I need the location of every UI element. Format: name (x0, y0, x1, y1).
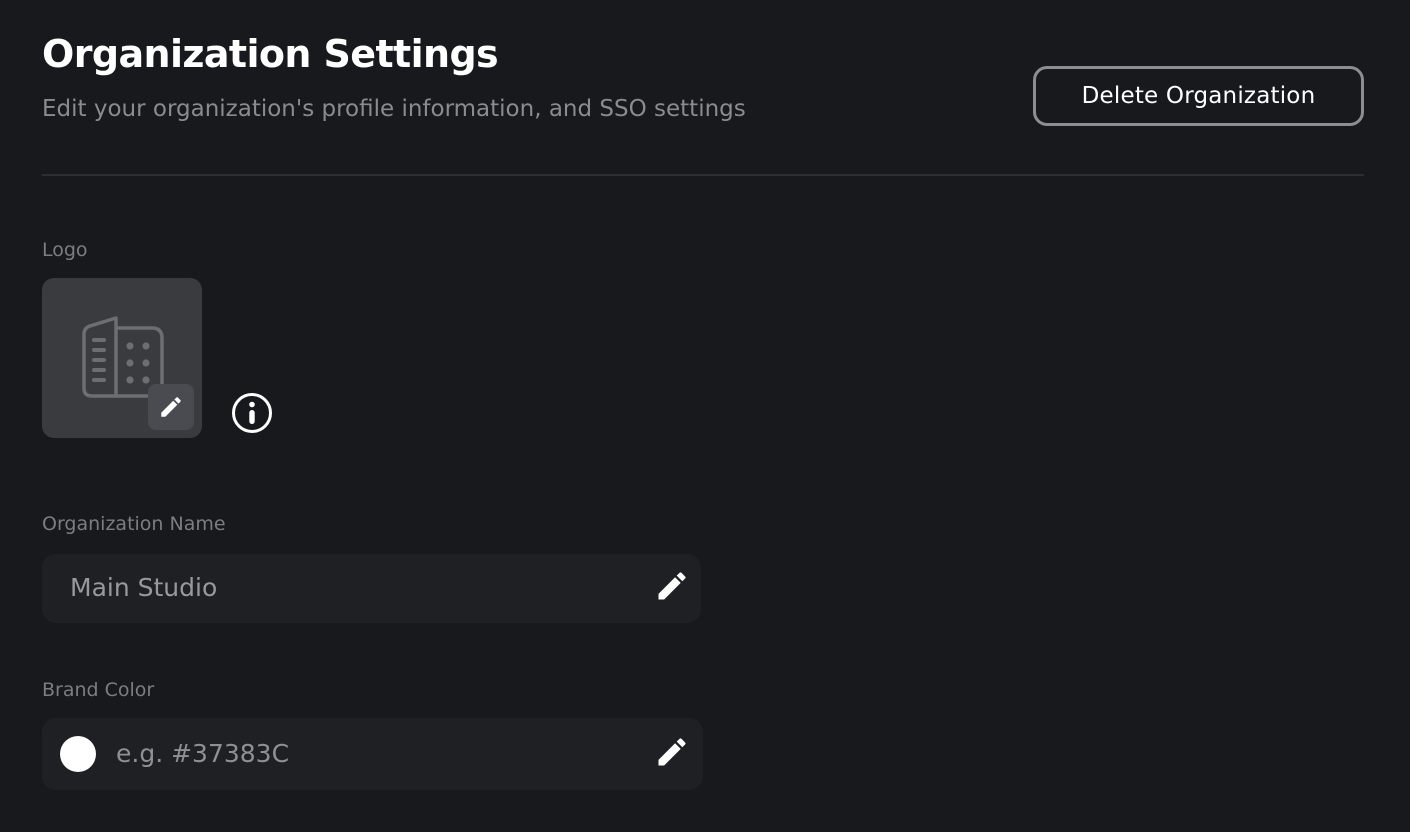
organization-name-edit-button[interactable] (652, 566, 692, 606)
organization-name-value[interactable]: Main Studio (70, 571, 217, 605)
pencil-icon (161, 397, 181, 417)
pencil-icon (658, 572, 686, 600)
info-icon[interactable] (230, 391, 274, 435)
pencil-icon (658, 738, 686, 766)
organization-name-label: Organization Name (42, 513, 226, 535)
brand-color-edit-button[interactable] (652, 732, 692, 772)
brand-color-label: Brand Color (42, 679, 155, 701)
organization-name-field[interactable]: Main Studio (42, 554, 701, 623)
brand-color-field[interactable] (42, 718, 703, 790)
page-subtitle: Edit your organization's profile informa… (42, 96, 746, 122)
brand-color-swatch[interactable] (60, 736, 96, 772)
page-title: Organization Settings (42, 32, 499, 76)
brand-color-input[interactable] (116, 737, 596, 771)
header-divider (42, 174, 1364, 176)
logo-label: Logo (42, 239, 88, 261)
logo-edit-button[interactable] (148, 384, 194, 430)
delete-organization-button[interactable]: Delete Organization (1033, 66, 1364, 126)
